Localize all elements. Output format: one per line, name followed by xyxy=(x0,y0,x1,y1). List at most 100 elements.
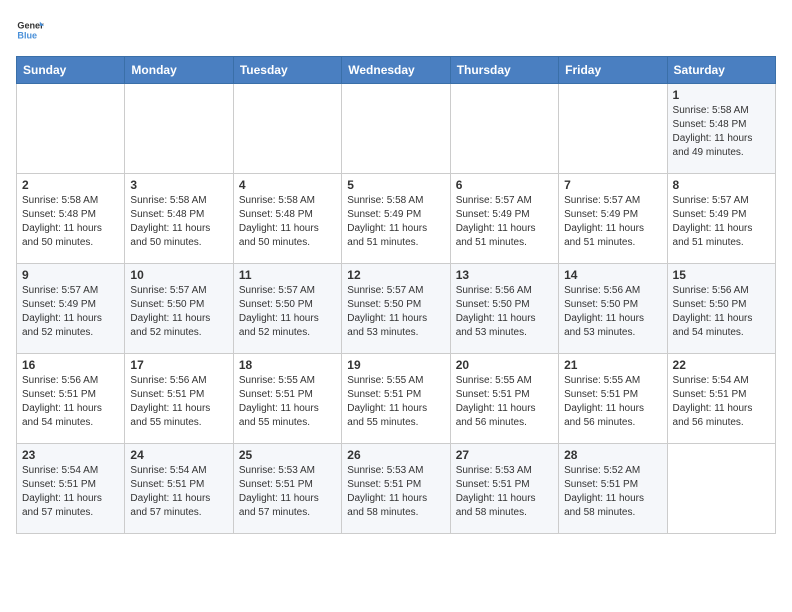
calendar-cell: 5Sunrise: 5:58 AM Sunset: 5:49 PM Daylig… xyxy=(342,174,450,264)
calendar-cell: 20 Sunrise: 5:55 AM Sunset: 5:51 PM Dayli… xyxy=(450,354,558,444)
calendar-cell: 23 Sunrise: 5:54 AM Sunset: 5:51 PM Dayli… xyxy=(17,444,125,534)
calendar-cell: 17 Sunrise: 5:56 AM Sunset: 5:51 PM Dayli… xyxy=(125,354,233,444)
weekday-header-wednesday: Wednesday xyxy=(342,57,450,84)
calendar-cell: 10 Sunrise: 5:57 AM Sunset: 5:50 PM Dayli… xyxy=(125,264,233,354)
day-info: Sunrise: 5:54 AM Sunset: 5:51 PM Dayligh… xyxy=(130,464,227,520)
day-info: Sunrise: 5:53 AM Sunset: 5:51 PM Dayligh… xyxy=(347,464,444,520)
calendar-cell: 12 Sunrise: 5:57 AM Sunset: 5:50 PM Dayli… xyxy=(342,264,450,354)
day-number: 22 xyxy=(673,358,770,372)
calendar-cell: 11 Sunrise: 5:57 AM Sunset: 5:50 PM Dayli… xyxy=(233,264,341,354)
day-info: Sunrise: 5:53 AM Sunset: 5:51 PM Dayligh… xyxy=(239,464,336,520)
day-number: 8 xyxy=(673,178,770,192)
day-info: Sunrise: 5:53 AM Sunset: 5:51 PM Dayligh… xyxy=(456,464,553,520)
weekday-header-row: SundayMondayTuesdayWednesdayThursdayFrid… xyxy=(17,57,776,84)
day-info: Sunrise: 5:56 AM Sunset: 5:50 PM Dayligh… xyxy=(673,284,770,340)
day-info: Sunrise: 5:57 AM Sunset: 5:49 PM Dayligh… xyxy=(22,284,119,340)
day-number: 13 xyxy=(456,268,553,282)
calendar-cell: 4Sunrise: 5:58 AM Sunset: 5:48 PM Daylig… xyxy=(233,174,341,264)
calendar-week-row: 23 Sunrise: 5:54 AM Sunset: 5:51 PM Dayli… xyxy=(17,444,776,534)
day-number: 26 xyxy=(347,448,444,462)
day-number: 4 xyxy=(239,178,336,192)
weekday-header-tuesday: Tuesday xyxy=(233,57,341,84)
day-info: Sunrise: 5:57 AM Sunset: 5:50 PM Dayligh… xyxy=(239,284,336,340)
day-number: 16 xyxy=(22,358,119,372)
day-number: 25 xyxy=(239,448,336,462)
calendar-week-row: 9 Sunrise: 5:57 AM Sunset: 5:49 PM Daylig… xyxy=(17,264,776,354)
day-number: 20 xyxy=(456,358,553,372)
calendar-cell: 1 Sunrise: 5:58 AM Sunset: 5:48 PM Daylig… xyxy=(667,84,775,174)
day-number: 6 xyxy=(456,178,553,192)
calendar-cell: 22Sunrise: 5:54 AM Sunset: 5:51 PM Dayli… xyxy=(667,354,775,444)
day-info: Sunrise: 5:58 AM Sunset: 5:48 PM Dayligh… xyxy=(22,194,119,250)
day-number: 15 xyxy=(673,268,770,282)
calendar-cell: 2 Sunrise: 5:58 AM Sunset: 5:48 PM Daylig… xyxy=(17,174,125,264)
calendar-week-row: 2 Sunrise: 5:58 AM Sunset: 5:48 PM Daylig… xyxy=(17,174,776,264)
day-number: 18 xyxy=(239,358,336,372)
calendar-cell: 19 Sunrise: 5:55 AM Sunset: 5:51 PM Dayli… xyxy=(342,354,450,444)
calendar-cell: 14 Sunrise: 5:56 AM Sunset: 5:50 PM Dayli… xyxy=(559,264,667,354)
calendar-cell xyxy=(450,84,558,174)
calendar-cell: 3 Sunrise: 5:58 AM Sunset: 5:48 PM Daylig… xyxy=(125,174,233,264)
day-info: Sunrise: 5:56 AM Sunset: 5:50 PM Dayligh… xyxy=(564,284,661,340)
calendar-cell: 8 Sunrise: 5:57 AM Sunset: 5:49 PM Daylig… xyxy=(667,174,775,264)
calendar-cell: 24 Sunrise: 5:54 AM Sunset: 5:51 PM Dayli… xyxy=(125,444,233,534)
calendar-cell: 9 Sunrise: 5:57 AM Sunset: 5:49 PM Daylig… xyxy=(17,264,125,354)
day-number: 11 xyxy=(239,268,336,282)
day-number: 28 xyxy=(564,448,661,462)
calendar-cell: 28 Sunrise: 5:52 AM Sunset: 5:51 PM Dayli… xyxy=(559,444,667,534)
calendar-cell xyxy=(667,444,775,534)
day-info: Sunrise: 5:57 AM Sunset: 5:49 PM Dayligh… xyxy=(673,194,770,250)
day-info: Sunrise: 5:57 AM Sunset: 5:49 PM Dayligh… xyxy=(564,194,661,250)
calendar-cell: 25 Sunrise: 5:53 AM Sunset: 5:51 PM Dayli… xyxy=(233,444,341,534)
day-info: Sunrise: 5:57 AM Sunset: 5:49 PM Dayligh… xyxy=(456,194,553,250)
calendar-cell: 6 Sunrise: 5:57 AM Sunset: 5:49 PM Daylig… xyxy=(450,174,558,264)
day-number: 12 xyxy=(347,268,444,282)
calendar-cell: 13 Sunrise: 5:56 AM Sunset: 5:50 PM Dayli… xyxy=(450,264,558,354)
day-number: 24 xyxy=(130,448,227,462)
day-number: 3 xyxy=(130,178,227,192)
day-number: 9 xyxy=(22,268,119,282)
day-number: 2 xyxy=(22,178,119,192)
day-info: Sunrise: 5:56 AM Sunset: 5:51 PM Dayligh… xyxy=(130,374,227,430)
weekday-header-thursday: Thursday xyxy=(450,57,558,84)
day-number: 14 xyxy=(564,268,661,282)
day-number: 17 xyxy=(130,358,227,372)
calendar-cell: 16 Sunrise: 5:56 AM Sunset: 5:51 PM Dayli… xyxy=(17,354,125,444)
day-info: Sunrise: 5:56 AM Sunset: 5:50 PM Dayligh… xyxy=(456,284,553,340)
calendar-cell: 18 Sunrise: 5:55 AM Sunset: 5:51 PM Dayli… xyxy=(233,354,341,444)
day-number: 19 xyxy=(347,358,444,372)
day-number: 21 xyxy=(564,358,661,372)
calendar-cell xyxy=(342,84,450,174)
calendar-cell: 21 Sunrise: 5:55 AM Sunset: 5:51 PM Dayli… xyxy=(559,354,667,444)
day-info: Sunrise: 5:54 AM Sunset: 5:51 PM Dayligh… xyxy=(22,464,119,520)
day-info: Sunrise: 5:56 AM Sunset: 5:51 PM Dayligh… xyxy=(22,374,119,430)
day-info: Sunrise: 5:58 AM Sunset: 5:49 PM Dayligh… xyxy=(347,194,444,250)
calendar-cell: 27 Sunrise: 5:53 AM Sunset: 5:51 PM Dayli… xyxy=(450,444,558,534)
weekday-header-monday: Monday xyxy=(125,57,233,84)
day-number: 27 xyxy=(456,448,553,462)
day-info: Sunrise: 5:58 AM Sunset: 5:48 PM Dayligh… xyxy=(673,104,770,160)
calendar-table: SundayMondayTuesdayWednesdayThursdayFrid… xyxy=(16,56,776,534)
day-info: Sunrise: 5:55 AM Sunset: 5:51 PM Dayligh… xyxy=(456,374,553,430)
day-info: Sunrise: 5:57 AM Sunset: 5:50 PM Dayligh… xyxy=(347,284,444,340)
calendar-cell: 15 Sunrise: 5:56 AM Sunset: 5:50 PM Dayli… xyxy=(667,264,775,354)
day-info: Sunrise: 5:55 AM Sunset: 5:51 PM Dayligh… xyxy=(347,374,444,430)
page-header: General Blue xyxy=(16,16,776,44)
day-number: 23 xyxy=(22,448,119,462)
day-number: 7 xyxy=(564,178,661,192)
day-info: Sunrise: 5:52 AM Sunset: 5:51 PM Dayligh… xyxy=(564,464,661,520)
day-info: Sunrise: 5:57 AM Sunset: 5:50 PM Dayligh… xyxy=(130,284,227,340)
weekday-header-sunday: Sunday xyxy=(17,57,125,84)
calendar-cell: 26 Sunrise: 5:53 AM Sunset: 5:51 PM Dayli… xyxy=(342,444,450,534)
day-info: Sunrise: 5:55 AM Sunset: 5:51 PM Dayligh… xyxy=(239,374,336,430)
weekday-header-saturday: Saturday xyxy=(667,57,775,84)
day-number: 1 xyxy=(673,88,770,102)
calendar-cell: 7 Sunrise: 5:57 AM Sunset: 5:49 PM Daylig… xyxy=(559,174,667,264)
day-info: Sunrise: 5:55 AM Sunset: 5:51 PM Dayligh… xyxy=(564,374,661,430)
calendar-cell xyxy=(233,84,341,174)
day-info: Sunrise: 5:58 AM Sunset: 5:48 PM Dayligh… xyxy=(130,194,227,250)
logo: General Blue xyxy=(16,16,44,44)
day-number: 10 xyxy=(130,268,227,282)
calendar-cell xyxy=(125,84,233,174)
svg-text:Blue: Blue xyxy=(17,30,37,40)
